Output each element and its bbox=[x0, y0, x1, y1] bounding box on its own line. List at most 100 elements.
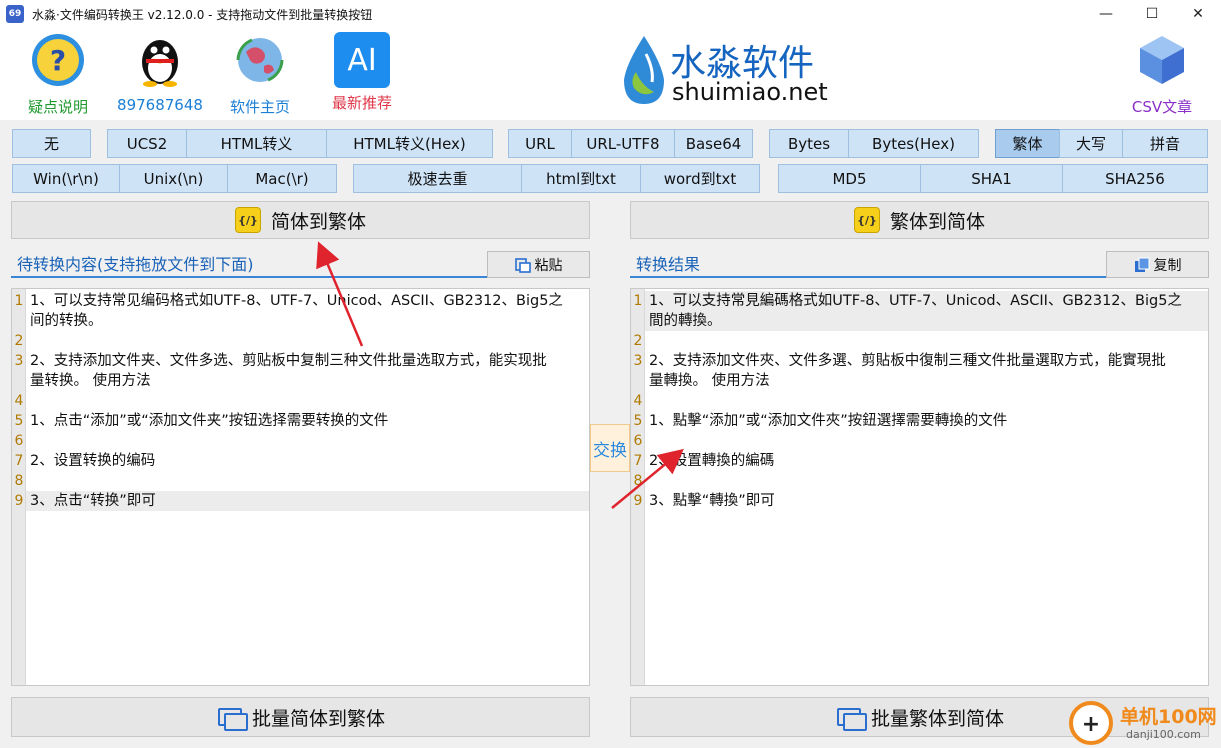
opt-url-utf8[interactable]: URL-UTF8 bbox=[571, 129, 675, 158]
paste-button[interactable]: 粘贴 bbox=[487, 251, 590, 278]
copy-button[interactable]: 复制 bbox=[1106, 251, 1209, 278]
line-number: 5 bbox=[14, 413, 24, 429]
code-icon: {/} bbox=[853, 207, 880, 233]
editor-line: 1、点击“添加”或“添加文件夹”按钮选择需要转换的文件 bbox=[30, 413, 389, 429]
app-icon: 69 bbox=[6, 5, 24, 23]
maximize-button[interactable]: ☐ bbox=[1129, 0, 1175, 28]
opt-ucs2[interactable]: UCS2 bbox=[107, 129, 187, 158]
editor-line: 2、支持添加文件夾、文件多選、剪貼板中復制三種文件批量選取方式，能實現批 bbox=[649, 353, 1166, 369]
editor-line: 量轉換。 使用方法 bbox=[649, 373, 770, 389]
line-number: 4 bbox=[14, 393, 24, 409]
opt-base64[interactable]: Base64 bbox=[674, 129, 753, 158]
simplified-to-traditional-button[interactable]: {/} 简体到繁体 bbox=[11, 201, 590, 239]
line-number: 2 bbox=[633, 333, 643, 349]
editor-line: 2、支持添加文件夹、文件多选、剪贴板中复制三种文件批量选取方式，能实现批 bbox=[30, 353, 547, 369]
csv-label: CSV文章 bbox=[1131, 98, 1193, 116]
editor-line: 3、点击“转换”即可 bbox=[30, 493, 156, 509]
help-link[interactable]: ? 疑点说明 bbox=[13, 32, 103, 117]
traditional-to-simplified-button[interactable]: {/} 繁体到简体 bbox=[630, 201, 1209, 239]
opt-word-to-txt[interactable]: word到txt bbox=[640, 164, 760, 193]
line-number: 7 bbox=[14, 453, 24, 469]
line-number: 4 bbox=[633, 393, 643, 409]
csv-link[interactable]: CSV文章 bbox=[1117, 32, 1207, 117]
editor-line: 間的轉換。 bbox=[649, 313, 722, 329]
line-number: 6 bbox=[633, 433, 643, 449]
opt-pinyin[interactable]: 拼音 bbox=[1122, 129, 1208, 158]
close-button[interactable]: ✕ bbox=[1175, 0, 1221, 28]
homepage-label: 软件主页 bbox=[229, 98, 290, 116]
opt-uppercase[interactable]: 大写 bbox=[1059, 129, 1123, 158]
help-label: 疑点说明 bbox=[27, 98, 88, 116]
opt-bytes[interactable]: Bytes bbox=[769, 129, 849, 158]
line-number: 9 bbox=[14, 493, 24, 509]
opt-mac-newline[interactable]: Mac(\r) bbox=[227, 164, 337, 193]
line-number: 8 bbox=[633, 473, 643, 489]
line-number: 8 bbox=[14, 473, 24, 489]
line-number: 6 bbox=[14, 433, 24, 449]
opt-win-newline[interactable]: Win(\r\n) bbox=[12, 164, 120, 193]
batch-simplified-to-traditional-button[interactable]: 批量简体到繁体 bbox=[11, 697, 590, 737]
line-number: 2 bbox=[14, 333, 24, 349]
watermark-cn: 单机100网 bbox=[1120, 706, 1217, 728]
logo-en: shuimiao.net bbox=[672, 78, 828, 106]
opt-sha256[interactable]: SHA256 bbox=[1062, 164, 1208, 193]
convert-label: 繁体到简体 bbox=[889, 210, 985, 233]
minimize-button[interactable]: — bbox=[1083, 0, 1129, 28]
header: ? 疑点说明 897687648 软件主页 AI 最新推荐 水淼软件 shuim… bbox=[0, 28, 1221, 120]
shuimiao-logo: 水淼软件 shuimiao.net bbox=[618, 34, 848, 112]
editor-line: 量转换。 使用方法 bbox=[30, 373, 151, 389]
code-icon: {/} bbox=[234, 207, 261, 233]
input-editor[interactable]: 1 1、可以支持常见编码格式如UTF-8、UTF-7、Unicod、ASCII、G… bbox=[11, 288, 590, 686]
watermark: + 单机100网 danji100.com bbox=[1068, 700, 1218, 746]
line-number: 3 bbox=[14, 353, 24, 369]
opt-none[interactable]: 无 bbox=[12, 129, 91, 158]
copy-label: 复制 bbox=[1153, 257, 1182, 274]
watermark-en: danji100.com bbox=[1126, 728, 1201, 741]
qq-number: 897687648 bbox=[117, 96, 203, 114]
paste-label: 粘贴 bbox=[534, 257, 563, 274]
batch-label: 批量繁体到简体 bbox=[870, 707, 1004, 730]
svg-text:?: ? bbox=[50, 44, 66, 77]
cube-icon bbox=[1140, 36, 1184, 84]
opt-html-to-txt[interactable]: html到txt bbox=[521, 164, 641, 193]
copy-icon bbox=[1134, 257, 1149, 272]
editor-line: 1、可以支持常见编码格式如UTF-8、UTF-7、Unicod、ASCII、GB… bbox=[30, 293, 563, 309]
qq-penguin-icon bbox=[142, 40, 178, 87]
opt-traditional[interactable]: 繁体 bbox=[995, 129, 1060, 158]
opt-html-escape[interactable]: HTML转义 bbox=[186, 129, 327, 158]
recommend-label: 最新推荐 bbox=[331, 94, 392, 112]
opt-sha1[interactable]: SHA1 bbox=[920, 164, 1063, 193]
result-editor[interactable]: 1 1、可以支持常見編碼格式如UTF-8、UTF-7、Unicod、ASCII、G… bbox=[630, 288, 1209, 686]
opt-bytes-hex[interactable]: Bytes(Hex) bbox=[848, 129, 979, 158]
help-icon: ? bbox=[32, 34, 84, 86]
swap-button[interactable]: 交换 bbox=[590, 424, 630, 472]
window-title: 水淼·文件编码转换王 v2.12.0.0 - 支持拖动文件到批量转换按钮 bbox=[32, 7, 373, 22]
homepage-link[interactable]: 软件主页 bbox=[215, 32, 305, 117]
line-number: 3 bbox=[633, 353, 643, 369]
line-number: 7 bbox=[633, 453, 643, 469]
watermark-logo-icon: + bbox=[1069, 701, 1113, 745]
editor-line: 1、點擊“添加”或“添加文件夾”按鈕選擇需要轉換的文件 bbox=[649, 413, 1008, 429]
editor-line: 2、設置轉換的編碼 bbox=[649, 453, 775, 469]
editor-line: 间的转换。 bbox=[30, 313, 103, 329]
opt-dedupe[interactable]: 极速去重 bbox=[353, 164, 522, 193]
opt-unix-newline[interactable]: Unix(\n) bbox=[119, 164, 228, 193]
line-number: 5 bbox=[633, 413, 643, 429]
paste-icon bbox=[514, 257, 531, 273]
opt-html-escape-hex[interactable]: HTML转义(Hex) bbox=[326, 129, 493, 158]
editor-line: 2、设置转换的编码 bbox=[30, 453, 156, 469]
editor-line: 1、可以支持常見編碼格式如UTF-8、UTF-7、Unicod、ASCII、GB… bbox=[649, 293, 1182, 309]
globe-icon bbox=[236, 38, 284, 82]
convert-label: 简体到繁体 bbox=[270, 210, 366, 233]
recommend-link[interactable]: AI 最新推荐 bbox=[317, 32, 407, 113]
batch-icon bbox=[216, 706, 248, 731]
batch-icon bbox=[835, 706, 867, 731]
editor-line: 3、點擊“轉換”即可 bbox=[649, 493, 775, 509]
qq-link[interactable]: 897687648 bbox=[115, 32, 205, 114]
title-bar: 69 水淼·文件编码转换王 v2.12.0.0 - 支持拖动文件到批量转换按钮 … bbox=[0, 0, 1221, 28]
opt-url[interactable]: URL bbox=[508, 129, 572, 158]
opt-md5[interactable]: MD5 bbox=[778, 164, 921, 193]
ai-icon: AI bbox=[334, 32, 390, 88]
line-number: 1 bbox=[633, 293, 643, 309]
line-number: 1 bbox=[14, 293, 24, 309]
